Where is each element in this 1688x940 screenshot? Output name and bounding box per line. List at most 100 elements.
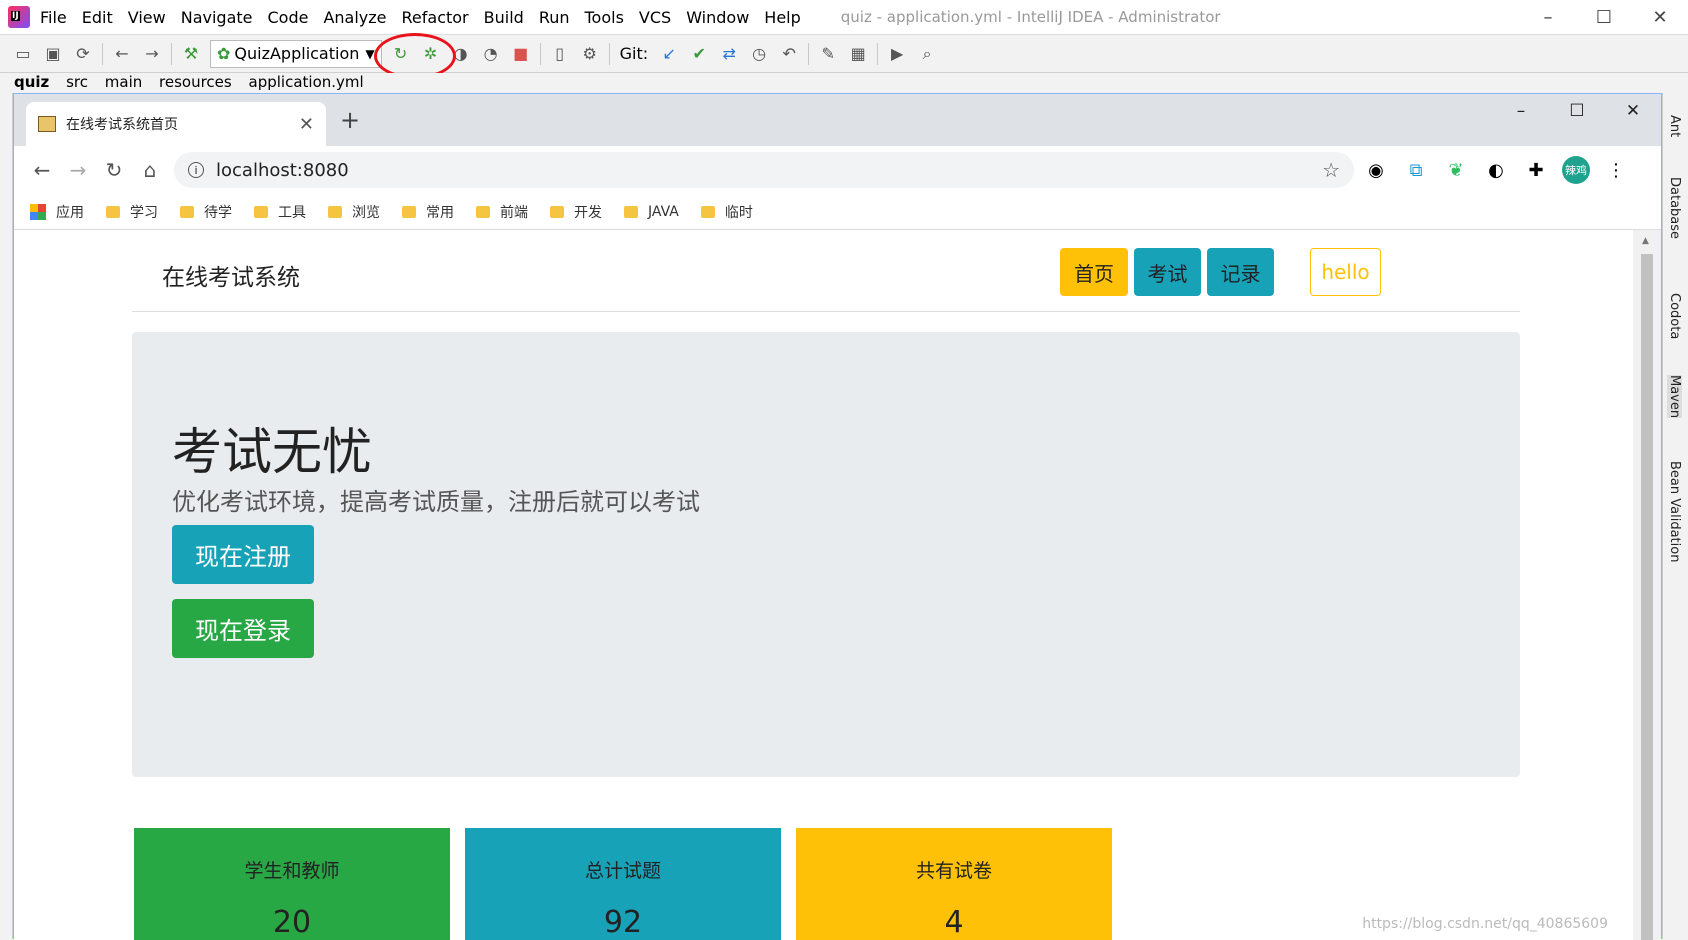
- new-tab-icon[interactable]: +: [340, 106, 360, 134]
- ide-window-controls: – ☐ ✕: [1520, 0, 1688, 35]
- bookmark-star-icon[interactable]: ☆: [1322, 158, 1340, 182]
- register-button[interactable]: 现在注册: [172, 525, 314, 584]
- build-hammer-icon[interactable]: ⚒: [176, 40, 206, 68]
- tool-maven[interactable]: Maven: [1667, 375, 1682, 419]
- browser-tab[interactable]: 在线考试系统首页 ✕: [26, 102, 326, 146]
- sync-icon[interactable]: ⟳: [68, 40, 98, 68]
- stop-icon[interactable]: ■: [506, 40, 536, 68]
- git-history-icon[interactable]: ◷: [744, 40, 774, 68]
- bookmark-label: 开发: [574, 204, 602, 221]
- maximize-icon[interactable]: ☐: [1549, 94, 1605, 128]
- git-revert-icon[interactable]: ↶: [774, 40, 804, 68]
- bookmark-folder[interactable]: JAVA: [624, 204, 679, 220]
- profile-icon[interactable]: ◔: [476, 40, 506, 68]
- forward-icon[interactable]: →: [137, 40, 167, 68]
- bookmark-folder[interactable]: 待学: [180, 202, 232, 222]
- breadcrumb-item[interactable]: resources: [159, 73, 232, 91]
- login-button[interactable]: 现在登录: [172, 599, 314, 658]
- tool-bean-validation[interactable]: Bean Validation: [1667, 461, 1682, 562]
- bookmark-apps[interactable]: 应用: [30, 202, 84, 222]
- toolbar-separator: [808, 42, 810, 65]
- menu-refactor[interactable]: Refactor: [402, 8, 469, 27]
- minimize-icon[interactable]: –: [1493, 94, 1549, 128]
- toolbar-separator: [102, 42, 103, 65]
- nav-records-button[interactable]: 记录: [1207, 248, 1274, 296]
- menu-analyze[interactable]: Analyze: [323, 8, 386, 27]
- bookmark-folder[interactable]: 开发: [550, 202, 602, 222]
- back-icon[interactable]: ←: [107, 40, 137, 68]
- minimize-icon[interactable]: –: [1520, 0, 1576, 35]
- reload-icon[interactable]: ↻: [96, 152, 132, 188]
- settings-wrench-icon[interactable]: ✎: [813, 40, 843, 68]
- menu-window[interactable]: Window: [686, 8, 749, 27]
- breadcrumb-item[interactable]: main: [105, 73, 142, 91]
- toolbar-separator: [539, 42, 541, 65]
- folder-icon: [180, 205, 194, 218]
- menu-vcs[interactable]: VCS: [639, 8, 671, 27]
- bookmark-label: 前端: [500, 204, 528, 221]
- extension-evernote-icon[interactable]: ❦: [1438, 152, 1474, 188]
- nav-exam-button[interactable]: 考试: [1134, 248, 1201, 296]
- breadcrumb-item[interactable]: application.yml: [249, 73, 364, 91]
- menu-code[interactable]: Code: [268, 8, 309, 27]
- menu-navigate[interactable]: Navigate: [181, 8, 253, 27]
- url-input[interactable]: i localhost:8080 ☆: [174, 152, 1354, 188]
- bookmark-folder[interactable]: 前端: [476, 202, 528, 222]
- bookmark-folder[interactable]: 常用: [402, 202, 454, 222]
- page-scrollbar[interactable]: ▲: [1633, 230, 1661, 940]
- site-brand[interactable]: 在线考试系统: [162, 258, 300, 292]
- menu-build[interactable]: Build: [484, 8, 524, 27]
- git-compare-icon[interactable]: ⇄: [714, 40, 744, 68]
- device-icon[interactable]: ▯: [545, 40, 575, 68]
- extension-translate-icon[interactable]: ⧉: [1398, 152, 1434, 188]
- home-icon[interactable]: ⌂: [132, 152, 168, 188]
- deploy-icon[interactable]: ⚙: [575, 40, 605, 68]
- nav-home-button[interactable]: 首页: [1060, 248, 1128, 296]
- search-icon[interactable]: ⌕: [912, 40, 942, 68]
- extension-glasses-icon[interactable]: ◉: [1358, 152, 1394, 188]
- profile-avatar[interactable]: 辣鸡: [1558, 152, 1594, 188]
- site-navbar: 在线考试系统 首页 考试 记录 hello: [132, 230, 1520, 312]
- open-folder-icon[interactable]: ▭: [8, 40, 38, 68]
- user-button[interactable]: hello: [1310, 248, 1381, 296]
- bookmark-folder[interactable]: 浏览: [328, 202, 380, 222]
- save-icon[interactable]: ▣: [38, 40, 68, 68]
- breadcrumb-item[interactable]: src: [66, 73, 88, 91]
- more-menu-icon[interactable]: ⋮: [1598, 152, 1634, 188]
- run-config-select[interactable]: ✿ QuizApplication ▼: [210, 39, 382, 68]
- extension-circle-icon[interactable]: ◐: [1478, 152, 1514, 188]
- tool-ant[interactable]: Ant: [1667, 115, 1682, 137]
- git-update-icon[interactable]: ↙: [654, 40, 684, 68]
- menu-help[interactable]: Help: [764, 8, 800, 27]
- project-structure-icon[interactable]: ▦: [843, 40, 873, 68]
- watermark: https://blog.csdn.net/qq_40865609: [1362, 916, 1608, 932]
- terminal-icon[interactable]: ▶: [882, 40, 912, 68]
- bookmark-folder[interactable]: 临时: [700, 202, 753, 222]
- info-icon[interactable]: i: [188, 162, 204, 178]
- back-icon[interactable]: ←: [24, 152, 60, 188]
- forward-icon[interactable]: →: [60, 152, 96, 188]
- menu-tools[interactable]: Tools: [585, 8, 624, 27]
- extensions-puzzle-icon[interactable]: ✚: [1518, 152, 1554, 188]
- tool-codota[interactable]: Codota: [1667, 293, 1682, 339]
- scrollbar-thumb[interactable]: [1641, 254, 1653, 940]
- ide-window-title: quiz - application.yml - IntelliJ IDEA -…: [840, 8, 1221, 26]
- folder-icon: [328, 205, 342, 218]
- folder-icon: [624, 205, 638, 218]
- menu-file[interactable]: File: [40, 8, 67, 27]
- tool-database[interactable]: Database: [1667, 177, 1682, 239]
- menu-run[interactable]: Run: [539, 8, 570, 27]
- close-tab-icon[interactable]: ✕: [299, 114, 314, 135]
- bookmark-folder[interactable]: 工具: [254, 202, 306, 222]
- menu-view[interactable]: View: [128, 8, 166, 27]
- git-commit-icon[interactable]: ✔: [684, 40, 714, 68]
- scroll-up-icon[interactable]: ▲: [1642, 236, 1649, 246]
- breadcrumb-item[interactable]: quiz: [14, 73, 49, 91]
- maximize-icon[interactable]: ☐: [1576, 0, 1632, 35]
- spring-boot-icon: ✿: [217, 44, 231, 63]
- stat-label: 共有试卷: [915, 860, 992, 882]
- close-icon[interactable]: ✕: [1632, 0, 1688, 35]
- bookmark-folder[interactable]: 学习: [106, 202, 158, 222]
- close-icon[interactable]: ✕: [1605, 94, 1661, 128]
- menu-edit[interactable]: Edit: [82, 8, 113, 27]
